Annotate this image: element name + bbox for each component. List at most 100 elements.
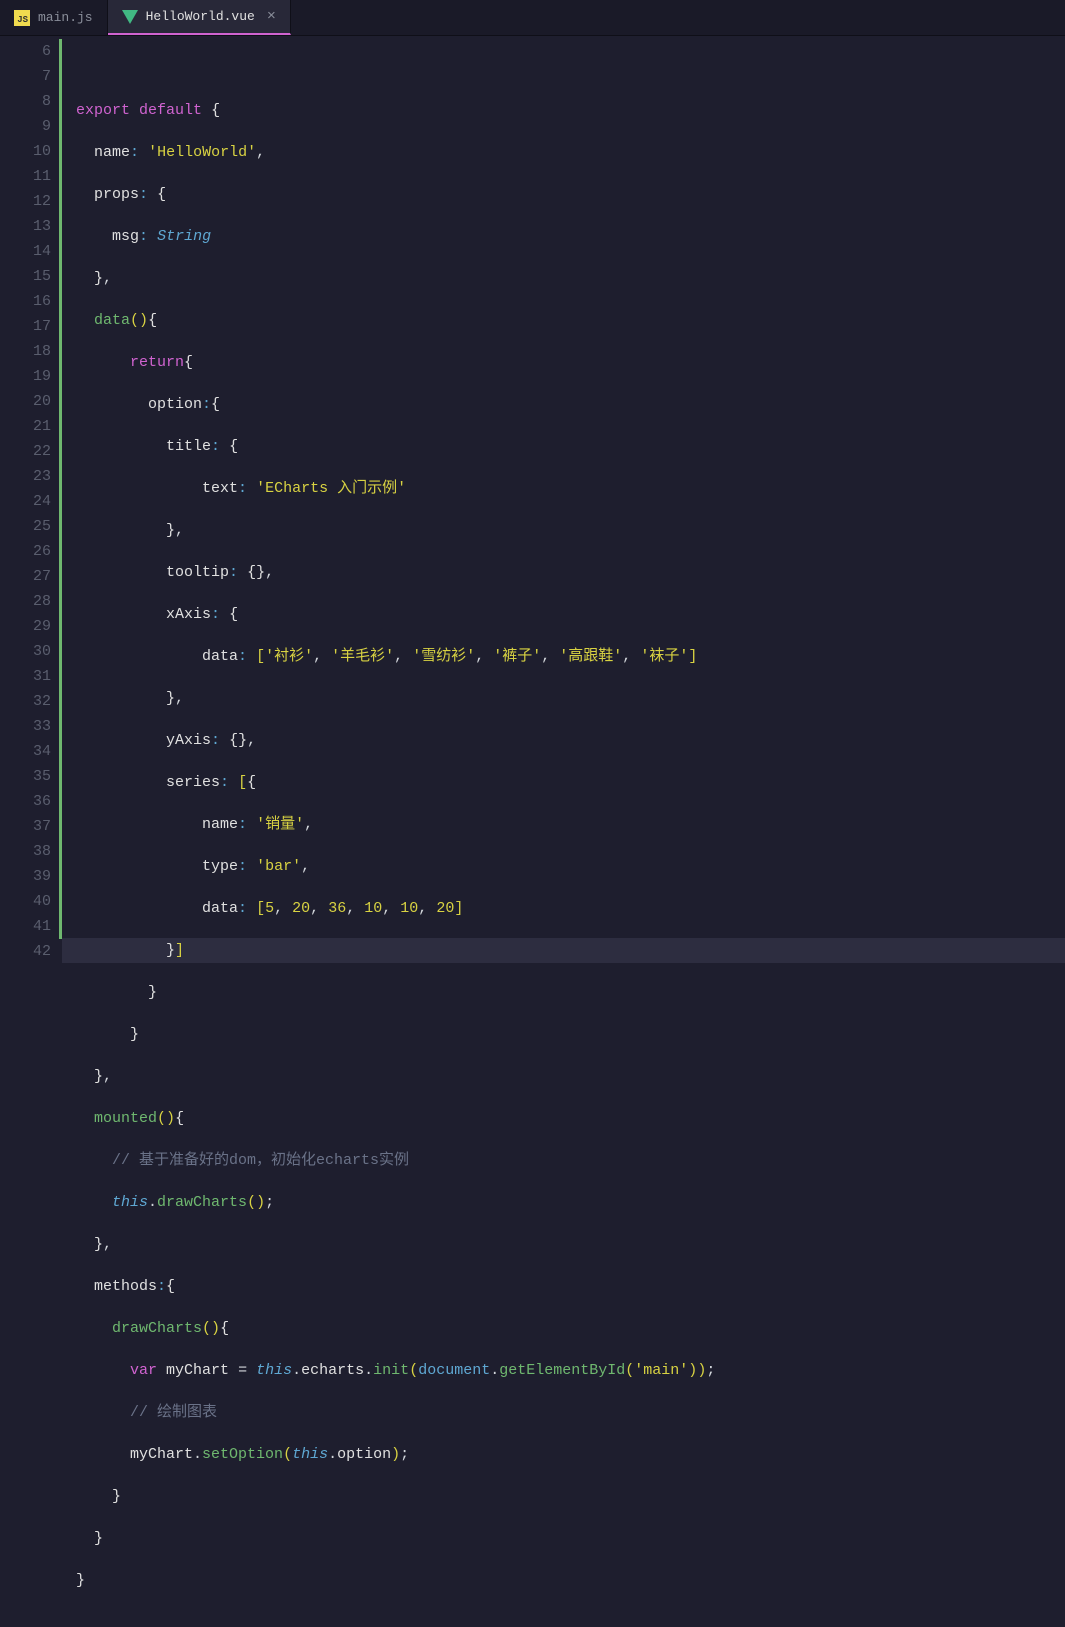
line-number: 24: [0, 489, 62, 514]
line-number: 32: [0, 689, 62, 714]
string-helloworld: 'HelloWorld': [148, 144, 256, 161]
line-number: 22: [0, 439, 62, 464]
line-number: 41: [0, 914, 62, 939]
prop-props: props: [94, 186, 139, 203]
string-item: '雪纺衫': [412, 648, 475, 665]
vue-icon: [122, 10, 138, 24]
line-number: 29: [0, 614, 62, 639]
line-number: 13: [0, 214, 62, 239]
line-number: 15: [0, 264, 62, 289]
ident-echarts: echarts: [301, 1362, 364, 1379]
line-number: 23: [0, 464, 62, 489]
line-number: 34: [0, 739, 62, 764]
line-number: 9: [0, 114, 62, 139]
line-number: 17: [0, 314, 62, 339]
number: 10: [400, 900, 418, 917]
prop-yaxis: yAxis: [166, 732, 211, 749]
line-number: 27: [0, 564, 62, 589]
line-number: 12: [0, 189, 62, 214]
line-number: 38: [0, 839, 62, 864]
tab-helloworld-vue[interactable]: HelloWorld.vue ×: [108, 0, 291, 35]
string-xiaoliang: '销量': [256, 816, 304, 833]
ident-document: document: [418, 1362, 490, 1379]
tab-main-js[interactable]: JS main.js: [0, 0, 108, 35]
ident-mychart: myChart: [130, 1446, 193, 1463]
method-drawcharts: drawCharts: [157, 1194, 247, 1211]
prop-series: series: [166, 774, 220, 791]
code-content[interactable]: export default { name: 'HelloWorld', pro…: [62, 36, 1065, 959]
tab-bar: JS main.js HelloWorld.vue ×: [0, 0, 1065, 36]
line-number: 10: [0, 139, 62, 164]
line-number: 14: [0, 239, 62, 264]
string-echarts-title: 'ECharts 入门示例': [256, 480, 406, 497]
prop-tooltip: tooltip: [166, 564, 229, 581]
line-number: 16: [0, 289, 62, 314]
keyword-return: return: [130, 354, 184, 371]
close-icon[interactable]: ×: [267, 8, 276, 25]
tab-label: HelloWorld.vue: [146, 9, 255, 24]
line-number: 8: [0, 89, 62, 114]
string-item: '羊毛衫': [331, 648, 394, 665]
tab-label: main.js: [38, 10, 93, 25]
prop-name: name: [94, 144, 130, 161]
line-number: 11: [0, 164, 62, 189]
string-main: 'main': [634, 1362, 688, 1379]
prop-title: title: [166, 438, 211, 455]
prop-data: data: [202, 648, 238, 665]
keyword-this: this: [292, 1446, 328, 1463]
line-number: 21: [0, 414, 62, 439]
method-getelementbyid: getElementById: [499, 1362, 625, 1379]
line-number: 42: [0, 939, 62, 964]
prop-name: name: [202, 816, 238, 833]
line-number: 40: [0, 889, 62, 914]
line-number: 18: [0, 339, 62, 364]
active-line: }]: [62, 938, 1065, 963]
number: 20: [292, 900, 310, 917]
prop-xaxis: xAxis: [166, 606, 211, 623]
line-number: 31: [0, 664, 62, 689]
line-number: 6: [0, 39, 62, 64]
keyword-export: export: [76, 102, 130, 119]
keyword-this: this: [256, 1362, 292, 1379]
line-number: 36: [0, 789, 62, 814]
prop-methods: methods: [94, 1278, 157, 1295]
line-number: 37: [0, 814, 62, 839]
js-icon: JS: [14, 10, 30, 26]
prop-msg: msg: [112, 228, 139, 245]
line-number: 20: [0, 389, 62, 414]
method-init: init: [373, 1362, 409, 1379]
number: 36: [328, 900, 346, 917]
line-number: 35: [0, 764, 62, 789]
line-gutter: 6789101112131415161718192021222324252627…: [0, 36, 62, 959]
line-number: 19: [0, 364, 62, 389]
line-number: 39: [0, 864, 62, 889]
line-number: 7: [0, 64, 62, 89]
comment: // 绘制图表: [130, 1404, 217, 1421]
number: 20: [436, 900, 454, 917]
prop-type: type: [202, 858, 238, 875]
line-number: 28: [0, 589, 62, 614]
string-item: '衬衫': [265, 648, 313, 665]
method-setoption: setOption: [202, 1446, 283, 1463]
line-number: 26: [0, 539, 62, 564]
string-item: '高跟鞋': [559, 648, 622, 665]
line-number: 33: [0, 714, 62, 739]
prop-option: option: [148, 396, 202, 413]
string-item: '裤子': [493, 648, 541, 665]
comment: // 基于准备好的dom，初始化echarts实例: [112, 1152, 409, 1169]
keyword-default: default: [139, 102, 202, 119]
line-number: 25: [0, 514, 62, 539]
code-editor[interactable]: 6789101112131415161718192021222324252627…: [0, 36, 1065, 959]
string-bar: 'bar': [256, 858, 301, 875]
keyword-var: var: [130, 1362, 157, 1379]
number: 10: [364, 900, 382, 917]
prop-text: text: [202, 480, 238, 497]
ident-mychart: myChart: [166, 1362, 229, 1379]
prop-data: data: [202, 900, 238, 917]
fn-drawcharts: drawCharts: [112, 1320, 202, 1337]
fn-mounted: mounted: [94, 1110, 157, 1127]
number: 5: [265, 900, 274, 917]
string-item: '袜子': [640, 648, 688, 665]
ident-option: option: [337, 1446, 391, 1463]
fn-data: data: [94, 312, 130, 329]
